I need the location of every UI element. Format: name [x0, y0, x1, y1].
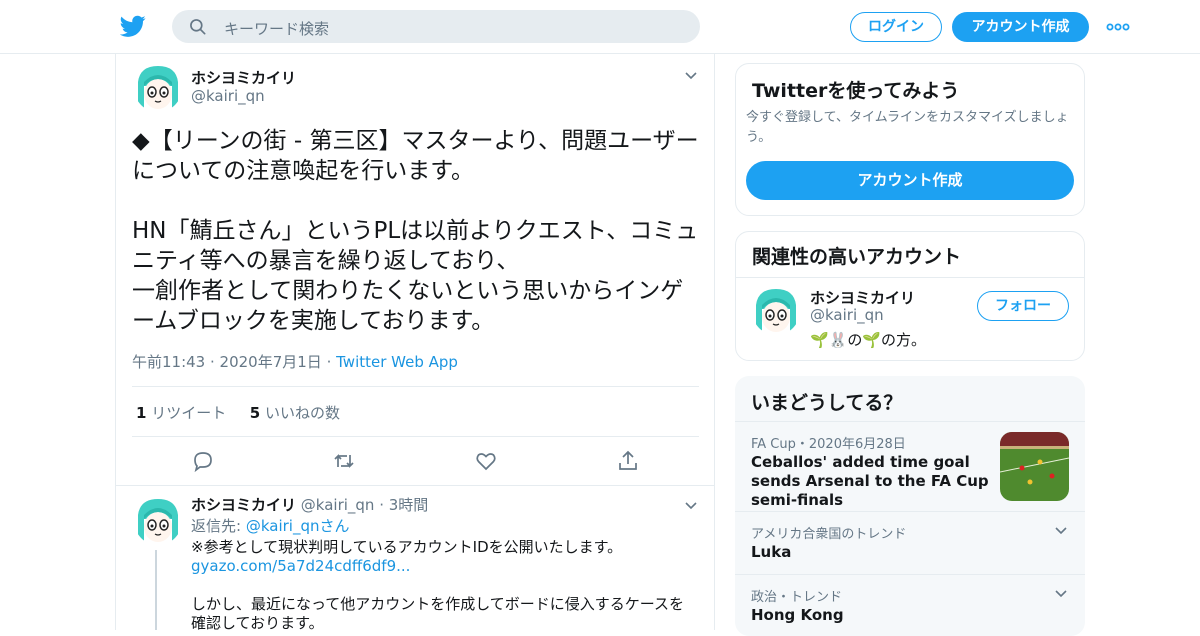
related-card-title: 関連性の高いアカウント	[752, 246, 962, 268]
signup-button[interactable]: アカウント作成	[952, 12, 1089, 42]
divider	[735, 421, 1085, 422]
retweet-count[interactable]: 1	[136, 404, 146, 422]
avatar-image	[752, 287, 800, 335]
reply-to-handle[interactable]: @kairi_qnさん	[246, 517, 350, 535]
tweet-author-handle[interactable]: @kairi_qn	[191, 87, 265, 105]
divider	[735, 574, 1085, 575]
reply-author-name[interactable]: ホシヨミカイリ	[191, 496, 296, 514]
related-account-name[interactable]: ホシヨミカイリ	[810, 287, 915, 308]
chevron-down-icon[interactable]	[1053, 586, 1069, 602]
trend-meta: アメリカ合衆国のトレンド	[751, 527, 907, 542]
trends-title: いまどうしてる？	[751, 392, 903, 414]
twitter-bird-icon[interactable]	[120, 13, 146, 39]
reply-age[interactable]: 3時間	[389, 496, 429, 514]
thread-line	[155, 550, 157, 630]
meta-separator: ·	[321, 353, 337, 371]
search-input[interactable]: キーワード検索	[172, 10, 700, 43]
reply-text-line: 確認しております。	[191, 614, 324, 632]
signup-card: Twitterを使ってみよう 今すぐ登録して、タイムラインをカスタマイズしましょ…	[735, 63, 1085, 216]
trend-meta: 政治・トレンド	[751, 590, 843, 605]
tweet-date[interactable]: 2020年7月1日	[220, 353, 322, 371]
trend-thumbnail	[1000, 432, 1069, 501]
tweet-time[interactable]: 午前11:43	[132, 353, 205, 371]
reply-text-line: ※参考として現状判明しているアカウントIDを公開いたします。	[191, 538, 623, 556]
heart-icon[interactable]	[474, 449, 498, 473]
signup-card-title: Twitterを使ってみよう	[752, 80, 960, 102]
retweet-icon[interactable]	[332, 449, 356, 473]
trend-title: Ceballos' added time goal sends Arsenal …	[751, 453, 989, 509]
chevron-down-icon[interactable]	[683, 498, 699, 514]
reply-to-prefix: 返信先:	[191, 517, 246, 535]
chevron-down-icon[interactable]	[1053, 523, 1069, 539]
reply-to-line: 返信先: @kairi_qnさん	[191, 517, 349, 536]
follow-button[interactable]: フォロー	[977, 291, 1069, 321]
signup-card-subtitle: 今すぐ登録して、タイムラインをカスタマイズしましょう。	[746, 110, 1069, 145]
signup-card-button[interactable]: アカウント作成	[746, 161, 1074, 200]
search-icon	[190, 19, 206, 35]
divider	[736, 277, 1084, 278]
divider	[735, 511, 1085, 512]
related-accounts-card: 関連性の高いアカウント ホシヨミカイリ @kairi_qn 🌱🐰の🌱の方。 フォ…	[735, 231, 1085, 361]
search-placeholder: キーワード検索	[224, 20, 330, 38]
trend-title: Luka	[751, 543, 792, 561]
share-icon[interactable]	[616, 449, 640, 473]
more-options-icon[interactable]	[1106, 19, 1130, 35]
related-account-bio: 🌱🐰の🌱の方。	[810, 331, 927, 349]
divider	[132, 436, 699, 437]
like-label[interactable]: いいねの数	[265, 404, 340, 422]
retweet-label[interactable]: リツイート	[151, 404, 226, 422]
avatar[interactable]	[134, 64, 182, 112]
divider	[116, 485, 714, 486]
trend-meta: FA Cup・2020年6月28日	[751, 437, 906, 452]
reply-link[interactable]: gyazo.com/5a7d24cdff6df9...	[191, 557, 410, 576]
login-button[interactable]: ログイン	[850, 12, 942, 42]
top-navigation-bar: キーワード検索 ログイン アカウント作成	[0, 0, 1200, 54]
avatar-image	[134, 497, 182, 545]
trends-panel: いまどうしてる？ FA Cup・2020年6月28日 Ceballos' add…	[735, 376, 1085, 636]
divider	[132, 386, 699, 387]
reply-icon[interactable]	[191, 449, 215, 473]
meta-separator: ·	[205, 353, 220, 371]
reply-text-line: しかし、最近になって他アカウントを作成してボードに侵入するケースを	[191, 595, 685, 613]
like-count[interactable]: 5	[250, 404, 260, 422]
avatar-image	[134, 64, 182, 112]
tweet-text: ◆【リーンの街 - 第三区】マスターより、問題ユーザーについての注意喚起を行いま…	[132, 128, 699, 334]
trend-title: Hong Kong	[751, 606, 844, 624]
meta-separator: ·	[374, 496, 389, 514]
reply-avatar[interactable]	[134, 497, 182, 545]
tweet-author-name[interactable]: ホシヨミカイリ	[191, 67, 296, 88]
tweet-source[interactable]: Twitter Web App	[336, 353, 458, 371]
related-account-handle[interactable]: @kairi_qn	[810, 306, 884, 324]
related-avatar[interactable]	[752, 287, 800, 335]
reply-header: ホシヨミカイリ @kairi_qn · 3時間	[191, 496, 428, 515]
tweet-timestamp: 午前11:43 · 2020年7月1日 · Twitter Web App	[132, 351, 458, 372]
tweet-column: ホシヨミカイリ @kairi_qn ◆【リーンの街 - 第三区】マスターより、問…	[115, 54, 715, 632]
tweet-stats: 1 リツイート 5 いいねの数	[136, 402, 340, 423]
chevron-down-icon[interactable]	[683, 68, 699, 84]
reply-author-handle[interactable]: @kairi_qn	[301, 496, 375, 514]
soccer-match-image	[1000, 432, 1069, 501]
